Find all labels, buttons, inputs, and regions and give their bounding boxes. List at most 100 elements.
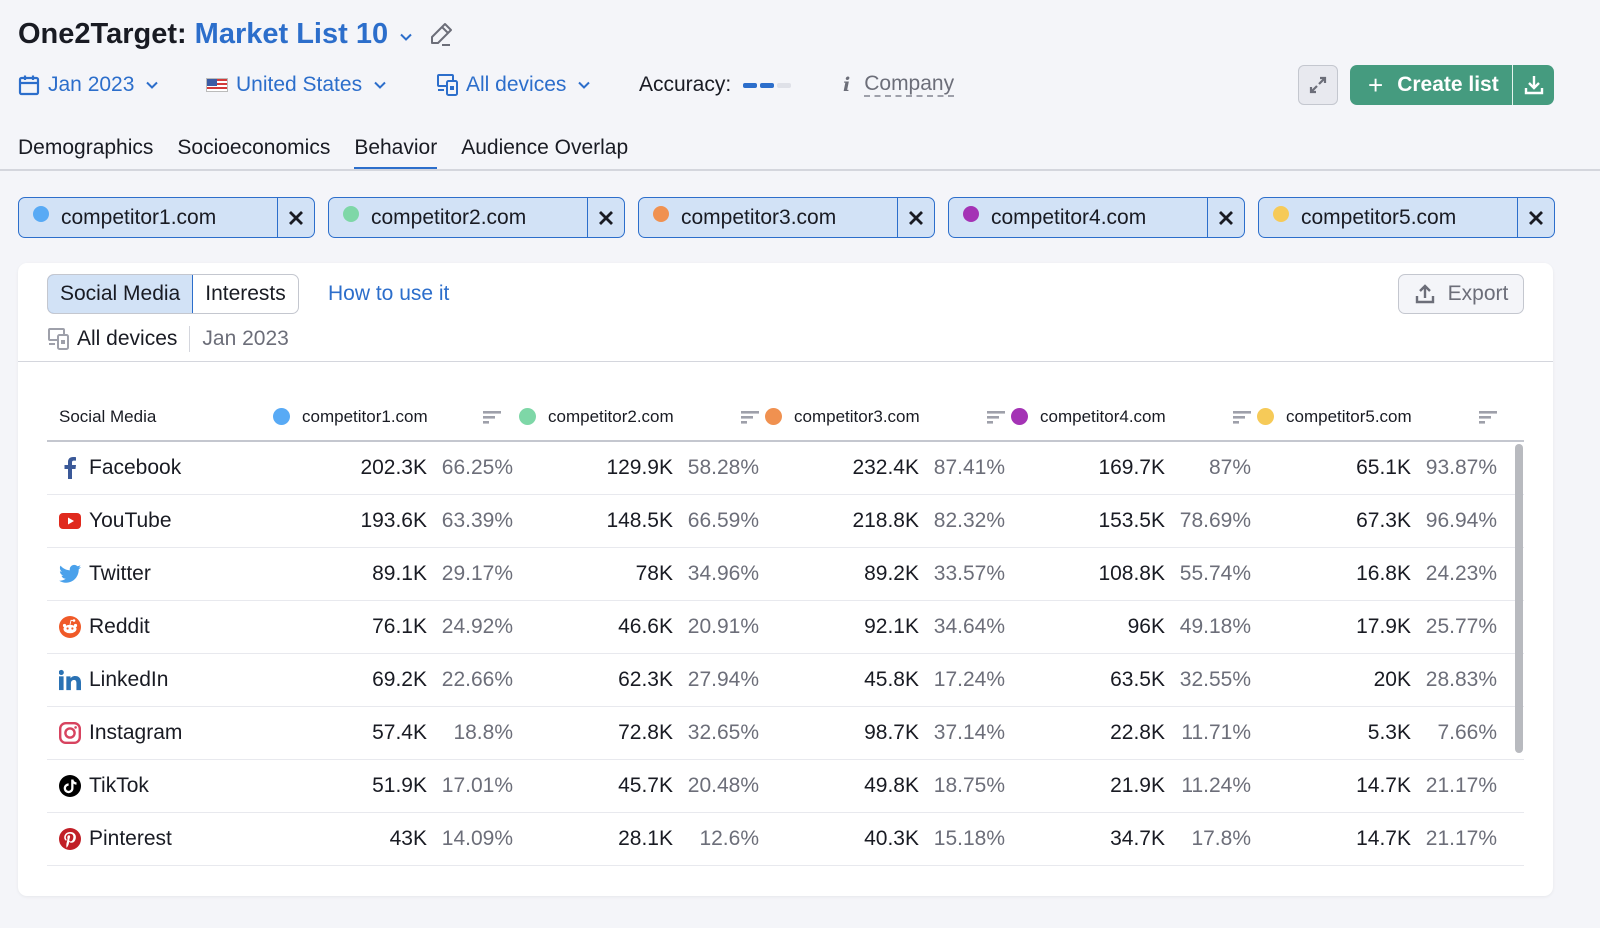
column-header-label: competitor2.com	[548, 406, 674, 426]
segment-interests[interactable]: Interests	[193, 275, 298, 313]
social-network-cell: Reddit	[47, 615, 273, 639]
audience-share: 21.17%	[1425, 774, 1497, 797]
column-header-competitor: competitor4.com	[1011, 407, 1257, 427]
social-network-name: YouTube	[89, 509, 172, 532]
market-list-selector[interactable]: Market List 10	[195, 18, 388, 51]
tab-behavior[interactable]: Behavior	[354, 136, 437, 170]
audience-count: 5.3K	[1367, 721, 1411, 744]
competitor-value-cell: 67.3K 96.94%	[1257, 509, 1503, 533]
how-to-use-link[interactable]: How to use it	[328, 282, 449, 306]
audience-count: 89.1K	[372, 562, 427, 585]
competitor-chip-main[interactable]: competitor3.com	[639, 198, 898, 237]
audience-share: 14.09%	[441, 827, 513, 850]
remove-competitor-button[interactable]	[588, 198, 624, 237]
chevron-down-icon	[578, 81, 591, 89]
audience-count: 57.4K	[372, 721, 427, 744]
competitor-value-cell: 5.3K 7.66%	[1257, 721, 1503, 745]
audience-count: 40.3K	[864, 827, 919, 850]
remove-competitor-button[interactable]	[1518, 198, 1554, 237]
fullscreen-button[interactable]	[1298, 65, 1338, 105]
audience-count: 34.7K	[1110, 827, 1165, 850]
view-segmented-control: Social Media Interests	[47, 274, 299, 314]
audience-share: 17.24%	[933, 668, 1005, 691]
audience-count: 17.9K	[1356, 615, 1411, 638]
company-info[interactable]: i Company	[843, 72, 955, 97]
tab-demographics[interactable]: Demographics	[18, 136, 153, 170]
table-row: YouTube 193.6K 63.39% 148.5K 66.59% 218.8K 82.…	[47, 495, 1524, 548]
audience-share: 24.23%	[1425, 562, 1497, 585]
competitor-chip-main[interactable]: competitor1.com	[19, 198, 278, 237]
audience-count: 92.1K	[864, 615, 919, 638]
competitor-value-cell: 45.7K 20.48%	[519, 774, 765, 798]
competitor-chip-main[interactable]: competitor2.com	[329, 198, 588, 237]
competitor-value-cell: 169.7K 87%	[1011, 456, 1257, 480]
country-filter[interactable]: United States	[206, 73, 436, 97]
competitor-value-cell: 63.5K 32.55%	[1011, 668, 1257, 692]
create-list-button-group: + Create list	[1350, 65, 1554, 105]
download-button[interactable]	[1512, 65, 1554, 105]
create-list-button[interactable]: + Create list	[1350, 65, 1512, 105]
table-scrollbar[interactable]	[1515, 444, 1523, 753]
edit-pencil-icon[interactable]	[428, 21, 454, 47]
close-icon	[1219, 210, 1233, 225]
column-header-social-media: Social Media	[59, 406, 157, 426]
column-header-label: competitor5.com	[1286, 406, 1412, 426]
audience-count: 169.7K	[1098, 456, 1165, 479]
sort-icon[interactable]	[987, 409, 1005, 425]
social-network-name: LinkedIn	[89, 668, 169, 691]
export-button[interactable]: Export	[1398, 274, 1524, 314]
page-title: One2Target:	[18, 17, 187, 50]
audience-count: 16.8K	[1356, 562, 1411, 585]
audience-share: 87.41%	[933, 456, 1005, 479]
company-label: Company	[864, 72, 955, 97]
sort-icon[interactable]	[1479, 409, 1497, 425]
chevron-down-icon[interactable]	[398, 29, 414, 45]
segment-social-media[interactable]: Social Media	[47, 275, 194, 313]
table-row: LinkedIn 69.2K 22.66% 62.3K 27.94% 45.8K 17.24…	[47, 654, 1524, 707]
social-network-name: Twitter	[89, 562, 151, 585]
remove-competitor-button[interactable]	[1208, 198, 1244, 237]
social-network-cell: Pinterest	[47, 827, 273, 851]
competitor-value-cell: 62.3K 27.94%	[519, 668, 765, 692]
social-network-cell: Instagram	[47, 721, 273, 745]
tab-socioeconomics[interactable]: Socioeconomics	[177, 136, 330, 170]
audience-count: 14.7K	[1356, 827, 1411, 850]
competitor-value-cell: 22.8K 11.71%	[1011, 721, 1257, 745]
competitor-value-cell: 153.5K 78.69%	[1011, 509, 1257, 533]
devices-icon	[48, 328, 69, 350]
competitor-chip-main[interactable]: competitor4.com	[949, 198, 1208, 237]
behavior-card: Social Media Interests How to use it Exp…	[18, 263, 1553, 896]
competitor-value-cell: 43K 14.09%	[273, 827, 519, 851]
table-row: Facebook 202.3K 66.25% 129.9K 58.28% 232.4K 87…	[47, 442, 1524, 495]
sort-icon[interactable]	[741, 409, 759, 425]
audience-share: 37.14%	[933, 721, 1005, 744]
devices-filter[interactable]: All devices	[436, 73, 639, 97]
competitor-chip-main[interactable]: competitor5.com	[1259, 198, 1518, 237]
social-network-name: Facebook	[89, 456, 182, 479]
competitor-chip: competitor4.com	[948, 197, 1245, 238]
audience-count: 193.6K	[360, 509, 427, 532]
export-label: Export	[1447, 282, 1509, 305]
date-filter[interactable]: Jan 2023	[18, 73, 206, 97]
competitor-value-cell: 89.1K 29.17%	[273, 562, 519, 586]
tab-audience-overlap[interactable]: Audience Overlap	[461, 136, 628, 170]
competitor-color-dot	[963, 205, 979, 222]
social-network-cell: Twitter	[47, 562, 273, 586]
remove-competitor-button[interactable]	[278, 198, 314, 237]
sort-icon[interactable]	[1233, 409, 1251, 425]
chevron-down-icon	[374, 81, 386, 89]
audience-count: 153.5K	[1098, 509, 1165, 532]
competitor-value-cell: 20K 28.83%	[1257, 668, 1503, 692]
social-network-name: Pinterest	[89, 827, 172, 850]
accuracy-segment	[777, 82, 792, 88]
remove-competitor-button[interactable]	[898, 198, 934, 237]
competitor-value-cell: 45.8K 17.24%	[765, 668, 1011, 692]
competitor-value-cell: 129.9K 58.28%	[519, 456, 765, 480]
competitor-color-dot	[653, 205, 669, 222]
sort-icon[interactable]	[483, 409, 501, 425]
social-media-table: Social Media competitor1.com competitor2.…	[47, 393, 1524, 866]
social-network-cell: LinkedIn	[47, 668, 273, 692]
audience-count: 67.3K	[1356, 509, 1411, 532]
audience-share: 49.18%	[1179, 615, 1251, 638]
audience-count: 62.3K	[618, 668, 673, 691]
